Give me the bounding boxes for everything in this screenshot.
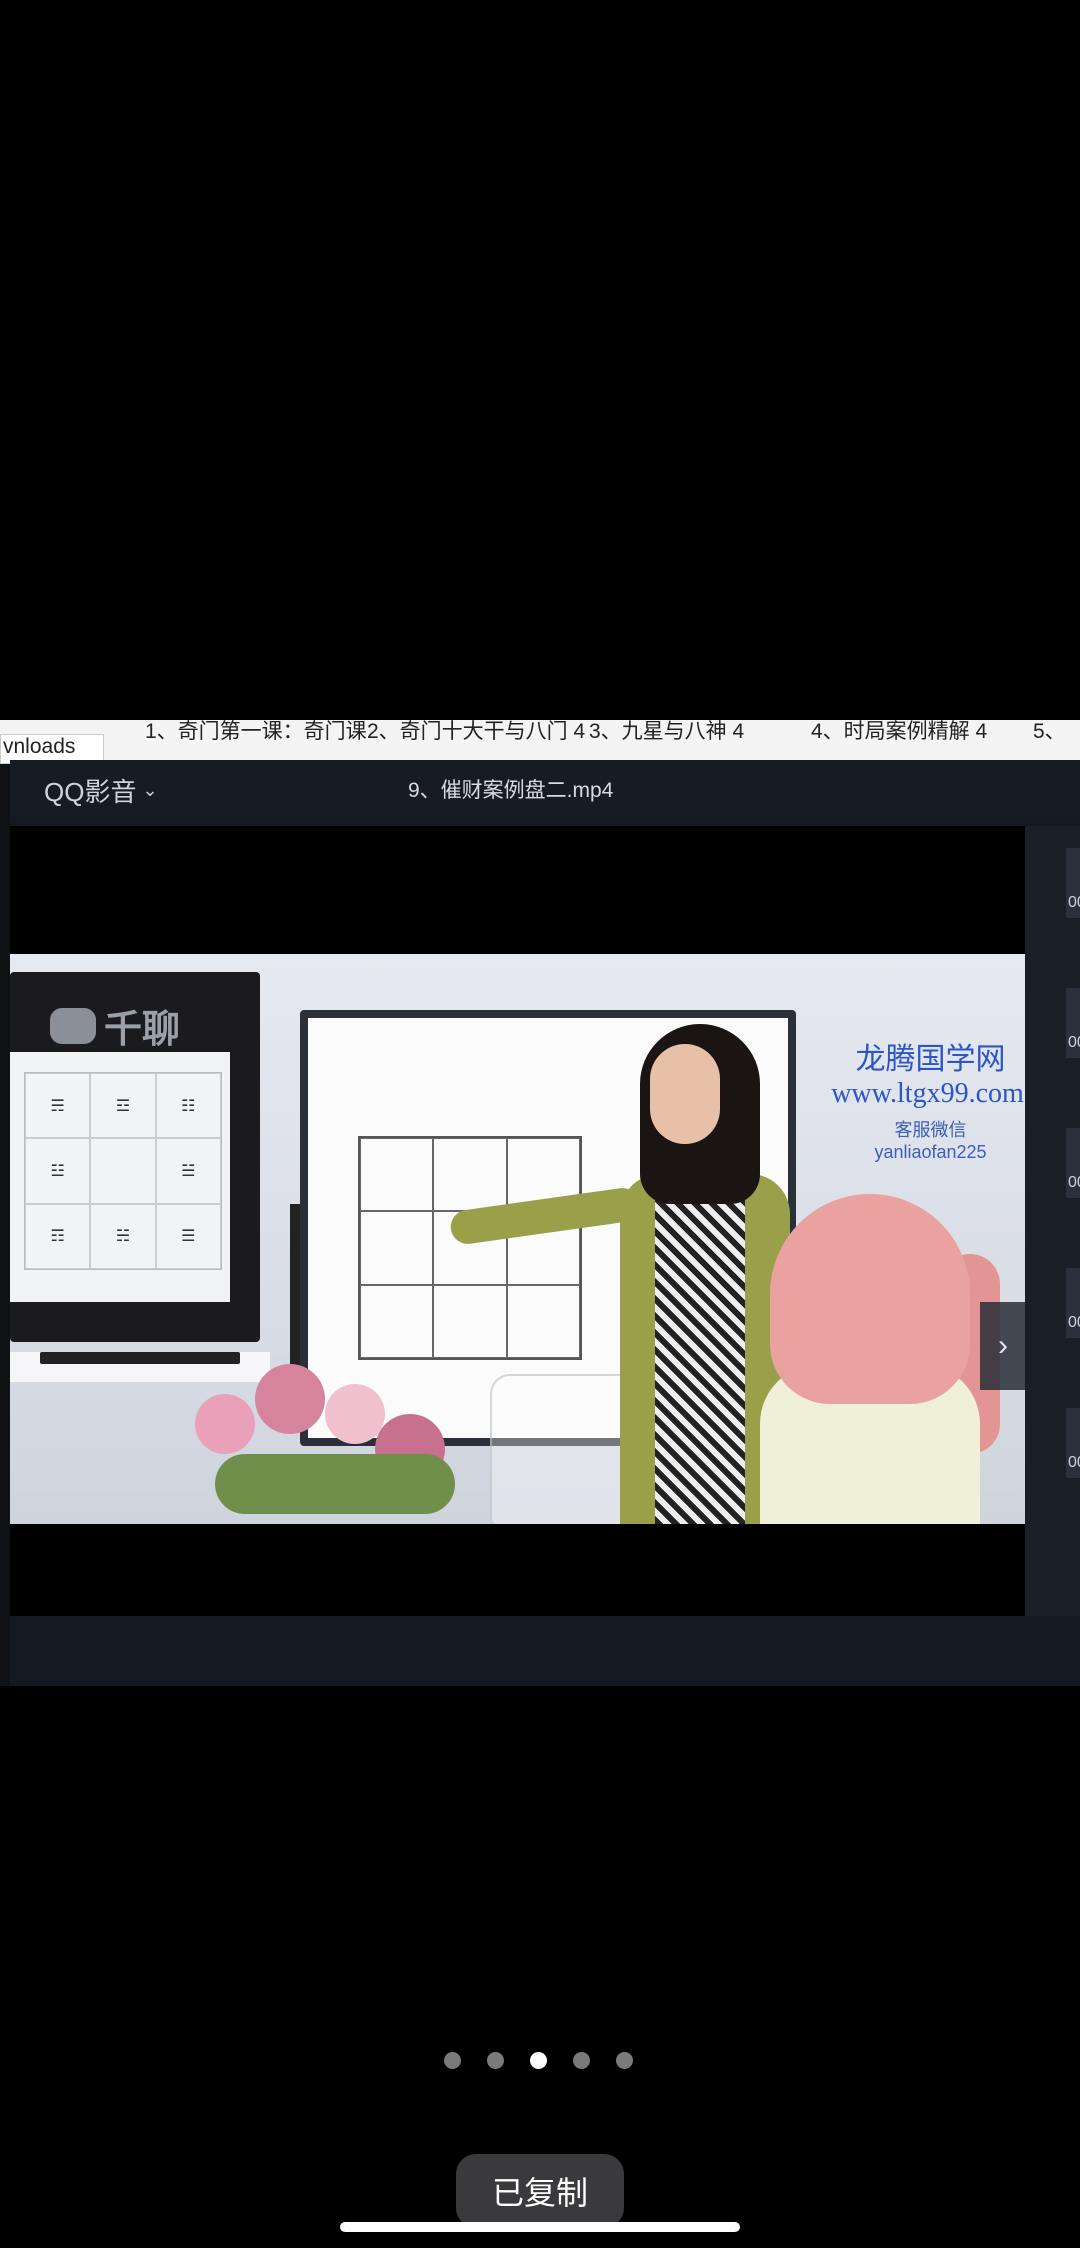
screenshot-area: vnloads 1、奇门第一课：奇门课用与由宫 2、奇门十大干与八门 4 3、九… (0, 720, 1080, 1686)
player-brand-menu[interactable]: QQ影音 ⌄ (44, 772, 158, 809)
playlist-thumb[interactable]: 00 (1066, 1128, 1080, 1198)
watermark-line1: 龙腾国学网 (855, 1042, 1006, 1077)
watermark-line2: www.ltgx99.com (831, 1078, 1024, 1109)
board-leg (290, 1204, 300, 1374)
grid-cell: ☱ (155, 1138, 221, 1204)
page-dot[interactable] (616, 2052, 633, 2069)
cat-logo-icon (50, 1007, 96, 1044)
brand-label: QQ影音 (44, 777, 137, 807)
video-title: 9、催财案例盘二.mp4 (408, 779, 614, 802)
chevron-down-icon: ⌄ (142, 780, 158, 800)
playlist-thumb[interactable]: 00 (1066, 1408, 1080, 1478)
grid-cell: ☳ (25, 1138, 91, 1204)
video-player-window: QQ影音 ⌄ 9、催财案例盘二.mp4 千聊 ☴ ☲ ☷ ☳ ☱ ☶ ☵ ☰ 龙… (10, 760, 1080, 1686)
player-titlebar: QQ影音 ⌄ 9、催财案例盘二.mp4 (10, 760, 1080, 816)
grid-cell: ☰ (155, 1203, 221, 1269)
video-watermark: 龙腾国学网 www.ltgx99.com 客服微信 yanliaofan225 (831, 1034, 1025, 1163)
grid-cell: ☶ (25, 1203, 91, 1269)
video-tv-screen: 千聊 ☴ ☲ ☷ ☳ ☱ ☶ ☵ ☰ (10, 972, 260, 1364)
grid-cell: ☴ (25, 1073, 91, 1139)
file-list: 1、奇门第一课：奇门课用与由宫 2、奇门十大干与八门 4 3、九星与八神 4 4… (145, 720, 1080, 744)
file-item[interactable]: 2、奇门十大干与八门 4 (367, 720, 589, 744)
home-indicator[interactable] (340, 2222, 740, 2232)
grid-cell: ☷ (155, 1073, 221, 1139)
grid-cell: ☲ (90, 1073, 156, 1139)
tv-chart-grid: ☴ ☲ ☷ ☳ ☱ ☶ ☵ ☰ (24, 1072, 222, 1270)
grid-cell (90, 1138, 156, 1204)
file-item[interactable]: 3、九星与八神 4 (589, 720, 811, 744)
tv-logo-text: 千聊 (104, 1009, 181, 1051)
playlist-thumb[interactable]: 00 (1066, 1268, 1080, 1338)
video-flowers (175, 1354, 485, 1524)
page-dot[interactable] (530, 2052, 547, 2069)
page-indicator (444, 2052, 633, 2069)
file-item[interactable]: 1、奇门第一课：奇门课用与由宫 (145, 720, 367, 744)
page-dot[interactable] (444, 2052, 461, 2069)
playlist-thumb[interactable]: 00 (1066, 988, 1080, 1058)
copied-toast: 已复制 (456, 2154, 624, 2228)
file-item[interactable]: 5、 (1033, 720, 1080, 744)
tv-logo: 千聊 (50, 998, 180, 1053)
video-stage[interactable]: 千聊 ☴ ☲ ☷ ☳ ☱ ☶ ☵ ☰ 龙腾国学网 www.ltgx99.com … (10, 826, 1026, 1616)
page-dot[interactable] (573, 2052, 590, 2069)
file-item[interactable]: 4、时局案例精解 4 (811, 720, 1033, 744)
page-dot[interactable] (487, 2052, 504, 2069)
video-frame[interactable]: 千聊 ☴ ☲ ☷ ☳ ☱ ☶ ☵ ☰ 龙腾国学网 www.ltgx99.com … (10, 954, 1025, 1524)
whiteboard-grid (358, 1136, 582, 1360)
watermark-line3: 客服微信 yanliaofan225 (874, 1120, 987, 1162)
grid-cell: ☵ (90, 1203, 156, 1269)
playlist-sidebar: 00 00 00 00 00 (1025, 826, 1080, 1616)
playlist-thumb[interactable]: 00 (1066, 848, 1080, 918)
chevron-right-icon[interactable]: › (980, 1302, 1026, 1390)
tv-chart-display: ☴ ☲ ☷ ☳ ☱ ☶ ☵ ☰ (10, 1052, 230, 1302)
file-explorer-strip: vnloads 1、奇门第一课：奇门课用与由宫 2、奇门十大干与八门 4 3、九… (0, 720, 1080, 764)
